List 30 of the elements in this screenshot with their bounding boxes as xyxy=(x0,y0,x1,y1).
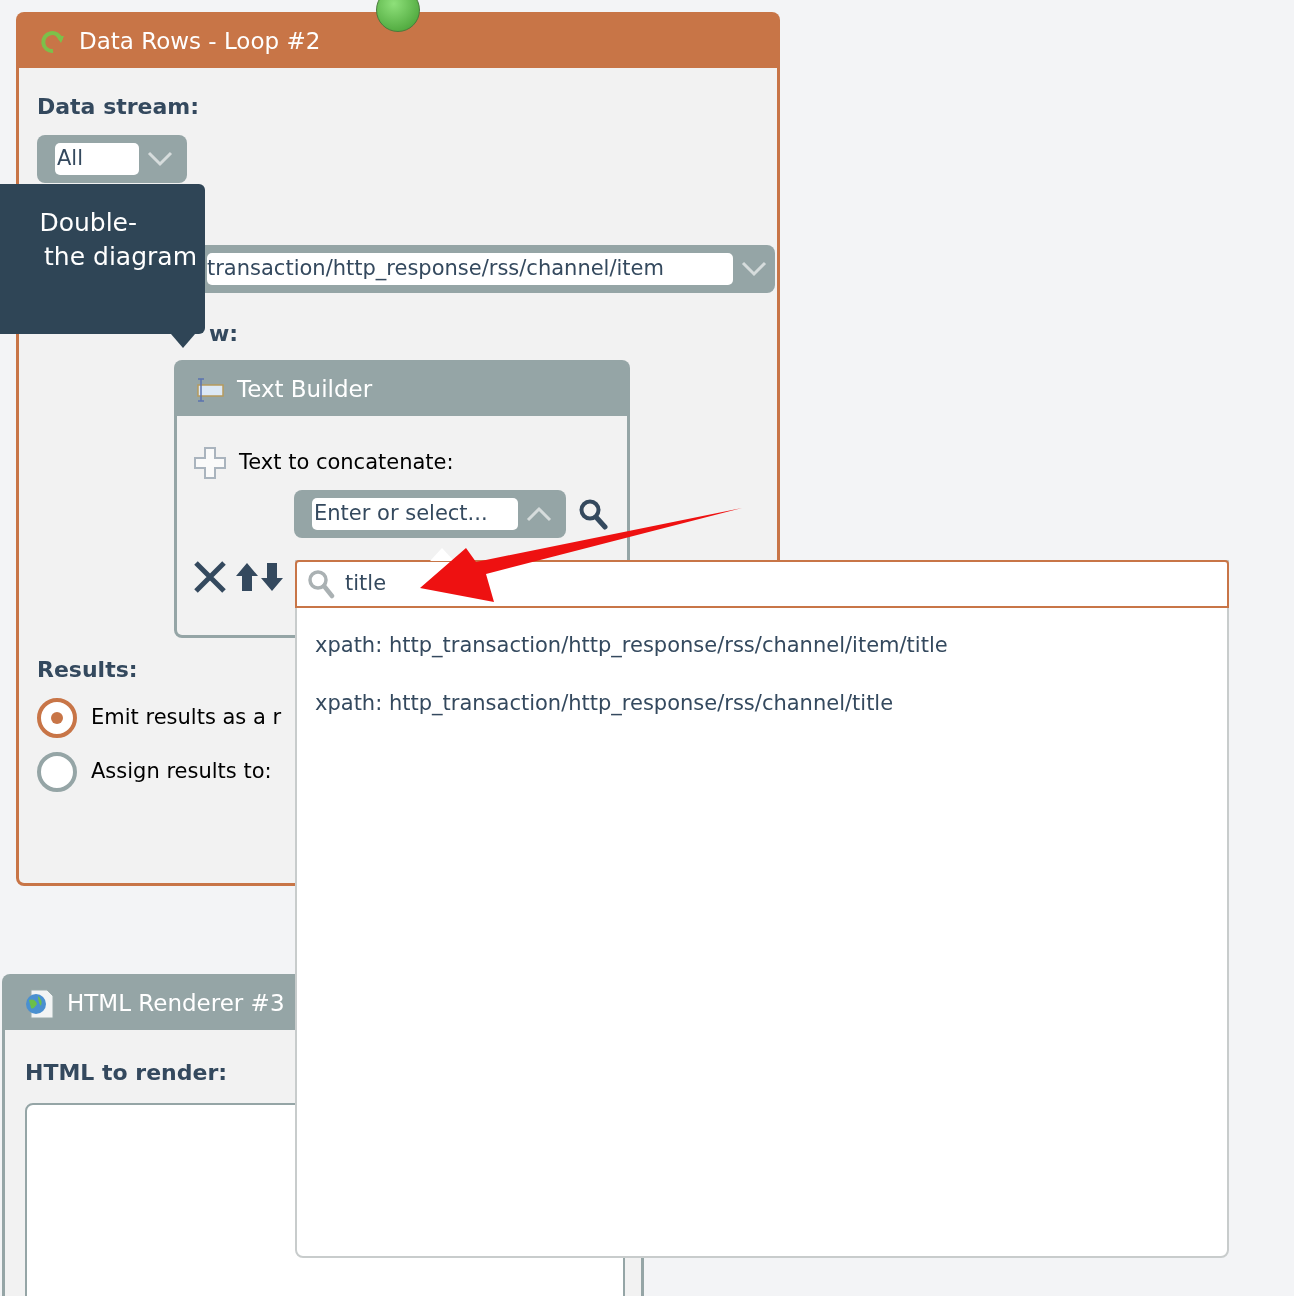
reorder-arrows-icon[interactable] xyxy=(235,561,285,593)
chevron-down-icon[interactable] xyxy=(147,151,173,167)
concat-label: Text to concatenate: xyxy=(239,449,454,477)
plus-icon[interactable] xyxy=(193,446,227,480)
radio-button[interactable] xyxy=(37,698,77,738)
tooltip-text: Double- xyxy=(39,207,137,239)
close-icon[interactable] xyxy=(193,560,227,594)
text-select[interactable]: Enter or select... xyxy=(294,490,566,538)
web-page-icon xyxy=(23,987,55,1020)
dropdown-option[interactable]: xpath: http_transaction/http_response/rss/channel/title xyxy=(315,690,1227,716)
search-icon xyxy=(307,569,335,599)
for-each-label: w: xyxy=(209,320,240,348)
radio-label: Assign results to: xyxy=(91,758,272,786)
radio-label: Emit results as a r xyxy=(91,704,282,732)
html-label: HTML to render: xyxy=(25,1059,229,1087)
radio-button[interactable] xyxy=(37,752,77,792)
text-field-icon xyxy=(195,376,225,403)
data-stream-label: Data stream: xyxy=(37,93,201,121)
chevron-up-icon[interactable] xyxy=(526,506,552,522)
node-title: Text Builder xyxy=(237,375,373,405)
node-title: HTML Renderer #3 xyxy=(67,989,285,1019)
node-title: Data Rows - Loop #2 xyxy=(79,27,321,57)
tooltip-text: the diagram xyxy=(44,241,197,273)
chevron-down-icon[interactable] xyxy=(741,261,767,277)
dropdown-option[interactable]: xpath: http_transaction/http_response/rss/channel/item/title xyxy=(315,632,1227,658)
search-field[interactable]: title xyxy=(295,560,1229,608)
search-icon[interactable] xyxy=(578,498,608,530)
data-stream-select[interactable]: All xyxy=(37,135,187,183)
results-label: Results: xyxy=(37,656,139,684)
path-select[interactable]: transaction/http_response/rss/channel/item xyxy=(205,245,775,293)
